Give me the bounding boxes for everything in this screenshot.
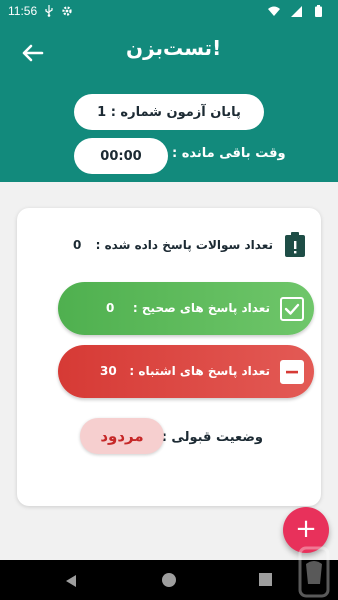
home-circle-icon[interactable] [162,573,176,587]
gear-icon [61,5,73,17]
answered-row: تعداد سوالات پاسخ داده شده : 0 [17,230,321,260]
checkbox-checked-icon [280,297,304,321]
correct-answers-value: 0 [106,301,115,315]
checkbox-minus-icon [280,360,304,384]
usb-icon [43,5,55,17]
answered-count-label: تعداد سوالات پاسخ داده شده : [95,238,273,252]
recents-square-icon[interactable] [259,573,272,586]
store-watermark-icon [296,544,332,600]
acceptance-status-label: وضعیت قبولی : [161,430,263,445]
status-time: 11:56 [8,4,38,18]
signal-icon [290,5,302,17]
correct-answers-bar: تعداد پاسخ های صحیح : 0 [58,282,314,335]
clipboard-alert-icon [283,232,307,258]
wrong-answers-label: تعداد پاسخ های اشتباه : [129,364,270,378]
exam-finished-label: پایان آزمون شماره : 1 [74,94,264,130]
wifi-icon [268,5,280,17]
time-remaining-label: وقت باقی مانده : [172,146,286,161]
app-logo-title: تست‌بزن! [126,36,222,60]
wrong-answers-value: 30 [100,364,117,378]
time-remaining-value: 00:00 [74,138,168,174]
system-nav-bar [0,560,338,600]
status-bar: 11:56 [0,0,338,22]
battery-icon [312,5,324,17]
acceptance-status-badge: مردود [80,418,164,454]
correct-answers-label: تعداد پاسخ های صحیح : [132,301,270,315]
back-arrow-icon[interactable] [20,40,46,66]
app-header: تست‌بزن! پایان آزمون شماره : 1 00:00 وقت… [0,22,338,182]
answered-count-value: 0 [73,238,82,252]
wrong-answers-bar: تعداد پاسخ های اشتباه : 30 [58,345,314,398]
results-card: تعداد سوالات پاسخ داده شده : 0 تعداد پاس… [17,208,321,506]
back-triangle-icon[interactable] [64,573,78,587]
